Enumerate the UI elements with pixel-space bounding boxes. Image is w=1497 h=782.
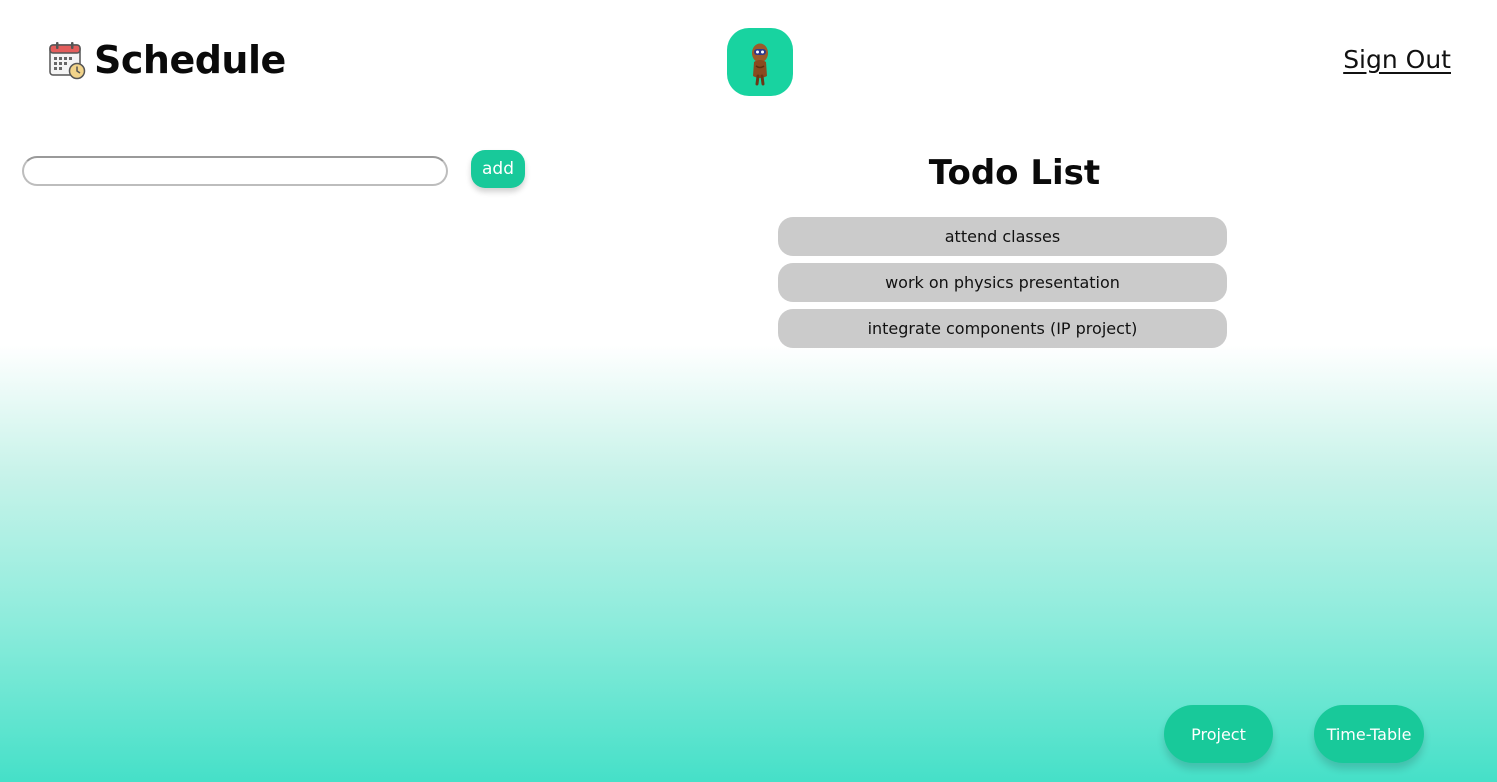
calendar-icon (48, 40, 86, 80)
time-table-button[interactable]: Time-Table (1314, 705, 1424, 763)
page-title: Schedule (94, 38, 286, 82)
task-input[interactable] (22, 156, 448, 186)
todo-item[interactable]: work on physics presentation (778, 263, 1227, 302)
todo-list: attend classes work on physics presentat… (778, 217, 1227, 348)
project-button[interactable]: Project (1164, 705, 1273, 763)
sign-out-link[interactable]: Sign Out (1343, 45, 1451, 74)
todo-item[interactable]: attend classes (778, 217, 1227, 256)
add-button[interactable]: add (471, 150, 525, 188)
todo-list-heading: Todo List (928, 153, 1101, 193)
mascot-logo-icon (727, 28, 793, 96)
todo-item[interactable]: integrate components (IP project) (778, 309, 1227, 348)
app-header-title: Schedule (48, 38, 286, 82)
